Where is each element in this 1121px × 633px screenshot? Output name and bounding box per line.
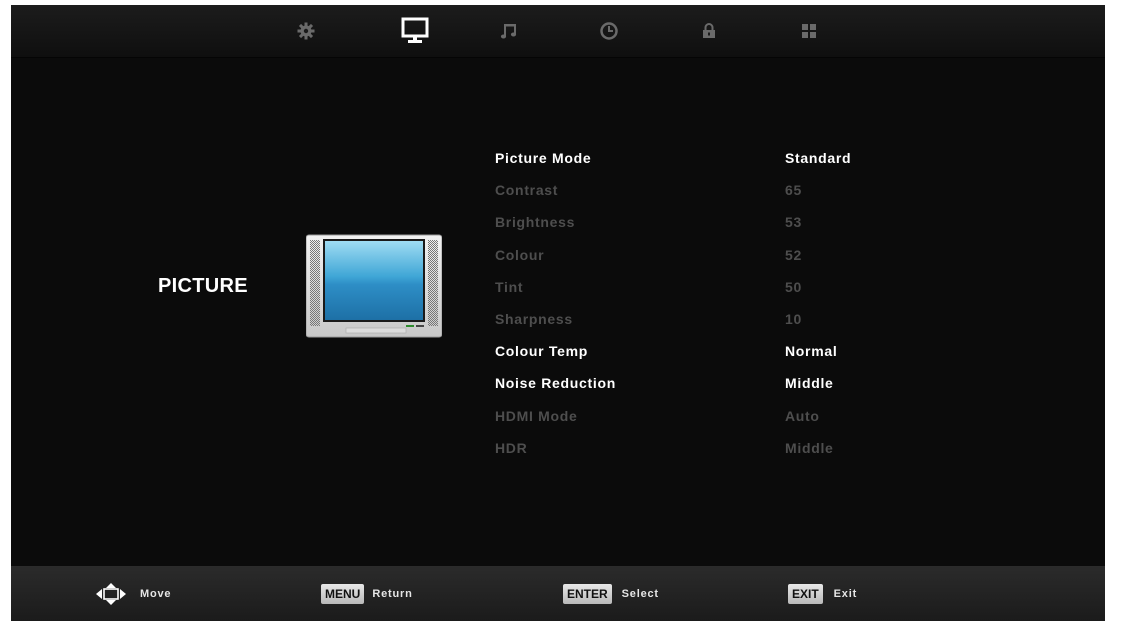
tab-lock[interactable]	[687, 15, 731, 47]
menu-item-label: Colour Temp	[495, 343, 588, 360]
dpad-arrows-icon	[96, 583, 126, 605]
music-note-icon	[500, 24, 517, 39]
menu-item-colour-temp[interactable]: Colour Temp Normal	[495, 339, 915, 371]
hint-enter: ENTER Select	[563, 583, 659, 605]
menu-item-label: Contrast	[495, 182, 559, 199]
hint-move: Move	[93, 583, 171, 605]
enter-key-button[interactable]: ENTER	[563, 584, 612, 604]
menu-item-picture-mode[interactable]: Picture Mode Standard	[495, 146, 915, 178]
hint-exit-label: Exit	[833, 588, 858, 600]
menu-item-hdr: HDR Middle	[495, 436, 915, 468]
menu-item-value: 10	[785, 310, 802, 327]
tab-sound[interactable]	[487, 15, 531, 47]
key-hint-bar: Move MENU Return ENTER Select EXIT Exit	[11, 566, 1105, 621]
menu-item-value: Middle	[785, 439, 834, 456]
section-title: PICTURE	[158, 275, 248, 297]
monitor-icon	[401, 17, 429, 43]
menu-item-noise-reduction[interactable]: Noise Reduction Middle	[495, 371, 915, 403]
hint-select-label: Select	[621, 588, 659, 600]
menu-item-label: Colour	[495, 246, 545, 263]
menu-item-value: 50	[785, 278, 802, 295]
menu-item-label: Brightness	[495, 214, 576, 231]
tv-icon	[306, 234, 442, 338]
menu-item-label: HDMI Mode	[495, 407, 578, 424]
grid-icon	[802, 24, 816, 38]
tab-picture[interactable]	[393, 15, 437, 47]
menu-item-brightness: Brightness 53	[495, 210, 915, 242]
menu-item-value: 52	[785, 246, 802, 263]
menu-item-value: 65	[785, 182, 802, 199]
menu-item-value: 53	[785, 214, 802, 231]
menu-item-value: Middle	[785, 375, 834, 392]
lock-icon	[703, 23, 715, 38]
menu-item-label: Picture Mode	[495, 150, 592, 166]
tv-osd-screen: PICTURE Picture Mode Standard Contrast 6…	[11, 5, 1105, 621]
menu-tab-bar	[11, 5, 1105, 58]
hint-menu: MENU Return	[321, 583, 413, 605]
menu-item-colour: Colour 52	[495, 243, 915, 275]
menu-item-label: HDR	[495, 439, 528, 456]
clock-icon	[600, 22, 618, 40]
menu-item-label: Sharpness	[495, 310, 573, 327]
exit-key-button[interactable]: EXIT	[788, 584, 823, 604]
hint-exit: EXIT Exit	[788, 583, 857, 605]
picture-settings-list: Picture Mode Standard Contrast 65 Bright…	[495, 146, 915, 468]
menu-item-value: Auto	[785, 407, 820, 424]
menu-item-label: Noise Reduction	[495, 375, 616, 392]
tab-time[interactable]	[587, 15, 631, 47]
tab-apps[interactable]	[787, 15, 831, 47]
menu-item-label: Tint	[495, 278, 524, 295]
menu-item-sharpness: Sharpness 10	[495, 307, 915, 339]
gear-icon	[297, 22, 315, 40]
menu-item-value: Normal	[785, 343, 838, 360]
menu-item-hdmi-mode: HDMI Mode Auto	[495, 404, 915, 436]
hint-return-label: Return	[372, 588, 413, 600]
menu-item-value: Standard	[785, 150, 852, 166]
menu-key-button[interactable]: MENU	[321, 584, 365, 604]
menu-item-tint: Tint 50	[495, 275, 915, 307]
tab-settings[interactable]	[284, 15, 328, 47]
menu-item-contrast: Contrast 65	[495, 178, 915, 210]
hint-move-label: Move	[140, 588, 172, 600]
